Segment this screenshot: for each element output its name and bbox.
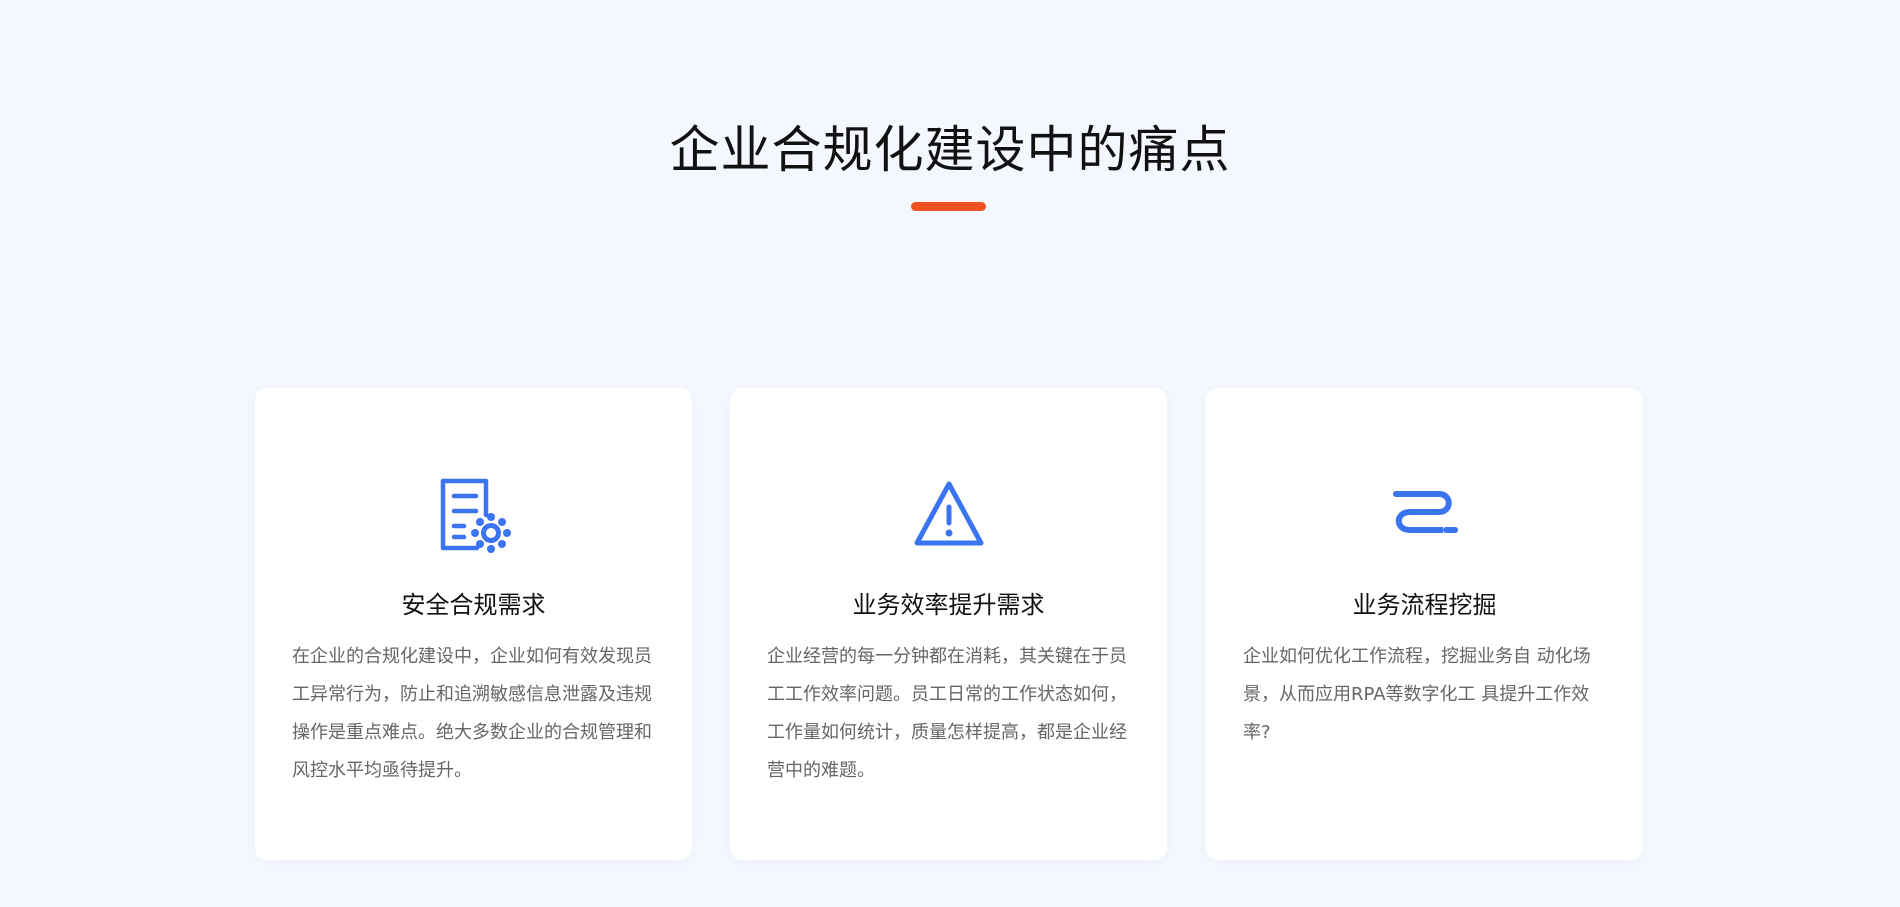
card-description: 在企业的合规化建设中，企业如何有效发现员工异常行为，防止和追溯敏感信息泄露及违规… [292, 646, 652, 781]
pain-points-section: 企业合规化建设中的痛点 安全合规需求 在企业的合规化建设中，企业如何有效发现员工… [0, 0, 1900, 907]
process-flow-icon [1384, 473, 1466, 555]
card-title: 业务效率提升需求 [852, 591, 1045, 619]
card-process-mining: 业务流程挖掘 企业如何优化工作流程，挖掘业务自 动化场景，从而应用RPA等数字化… [1206, 388, 1643, 860]
card-description: 企业如何优化工作流程，挖掘业务自 动化场景，从而应用RPA等数字化工 具提升工作… [1243, 646, 1591, 743]
card-title: 业务流程挖掘 [1352, 591, 1497, 619]
card-description: 企业经营的每一分钟都在消耗，其关键在于员工工作效率问题。员工日常的工作状态如何，… [767, 646, 1127, 781]
card-efficiency: 业务效率提升需求 企业经营的每一分钟都在消耗，其关键在于员工工作效率问题。员工日… [730, 388, 1167, 860]
pain-point-cards: 安全合规需求 在企业的合规化建设中，企业如何有效发现员工异常行为，防止和追溯敏感… [255, 388, 1643, 860]
warning-icon [908, 473, 990, 555]
title-underline [911, 202, 986, 211]
document-settings-icon [433, 473, 515, 555]
card-security-compliance: 安全合规需求 在企业的合规化建设中，企业如何有效发现员工异常行为，防止和追溯敏感… [255, 388, 692, 860]
section-title: 企业合规化建设中的痛点 [669, 121, 1231, 179]
card-title: 安全合规需求 [401, 591, 546, 619]
